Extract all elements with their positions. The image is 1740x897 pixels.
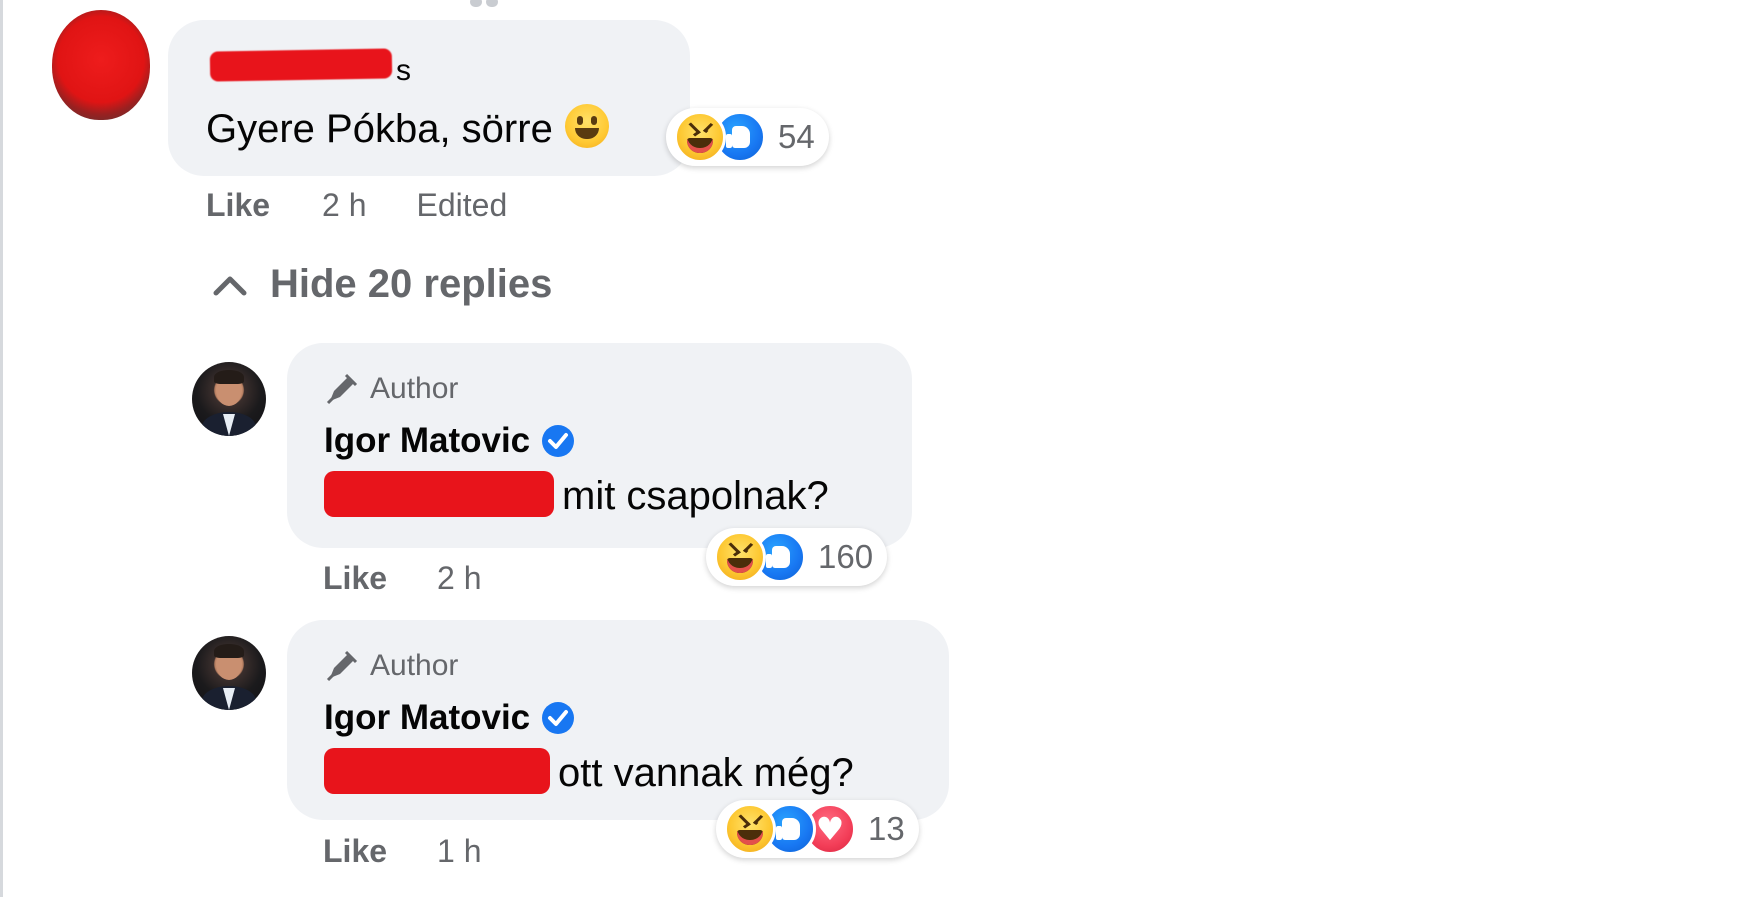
reaction-count: 160 <box>818 538 874 575</box>
pen-icon <box>326 373 358 405</box>
reply-avatar-igor[interactable] <box>192 636 266 710</box>
reply-bubble: Author Igor Matovic mit csapolnak? <box>287 343 912 548</box>
reply-actions: Like 1 h <box>323 833 482 870</box>
author-badge: Author <box>324 371 458 407</box>
pen-icon <box>326 650 358 682</box>
comment-bubble: s Gyere Pókba, sörre <box>168 20 690 176</box>
like-button[interactable]: Like <box>206 187 270 224</box>
commenter-name-redaction <box>209 48 393 82</box>
reply-text: ott vannak még? <box>324 748 854 796</box>
reply-text: mit csapolnak? <box>324 471 829 519</box>
haha-reaction-icon <box>674 111 726 163</box>
reply-actions: Like 2 h <box>323 560 482 597</box>
reply-timestamp[interactable]: 1 h <box>437 833 481 870</box>
haha-reaction-icon <box>714 531 766 583</box>
edited-label[interactable]: Edited <box>417 187 508 224</box>
reaction-count: 13 <box>868 810 905 847</box>
feed-left-border <box>0 0 3 897</box>
reply-avatar-igor[interactable] <box>192 362 266 436</box>
hide-replies-label: Hide 20 replies <box>270 262 553 306</box>
like-button[interactable]: Like <box>323 833 387 870</box>
commenter-avatar-redacted[interactable] <box>52 10 150 120</box>
comment-actions: Like 2 h Edited <box>206 187 507 224</box>
reply-text-content: ott vannak még? <box>558 751 854 795</box>
reply-author-name[interactable]: Igor Matovic <box>324 698 576 738</box>
reply-text-content: mit csapolnak? <box>562 474 829 518</box>
reply-bubble: Author Igor Matovic ott vannak még? <box>287 620 949 820</box>
commenter-name-suffix[interactable]: s <box>396 54 411 88</box>
reply-text-redaction <box>324 748 550 794</box>
verified-icon <box>542 702 575 734</box>
reply-author-name-text[interactable]: Igor Matovic <box>324 698 530 738</box>
reply-reactions[interactable]: 160 <box>706 528 888 586</box>
reply-timestamp[interactable]: 2 h <box>437 560 481 597</box>
comment-reactions[interactable]: 54 <box>666 108 829 166</box>
comment-text: Gyere Pókba, sörre <box>206 104 609 152</box>
author-badge-label: Author <box>370 649 459 682</box>
comment-timestamp[interactable]: 2 h <box>322 187 366 224</box>
haha-reaction-icon <box>724 803 776 855</box>
like-button[interactable]: Like <box>323 560 387 597</box>
comment-text-content: Gyere Pókba, sörre <box>206 107 553 151</box>
reaction-count: 54 <box>778 118 815 155</box>
previous-reaction-fragment <box>470 0 510 7</box>
hide-replies-button[interactable]: Hide 20 replies <box>212 262 552 307</box>
reply-reactions[interactable]: 13 <box>716 800 919 858</box>
reply-text-redaction <box>324 471 554 517</box>
reply-author-name-text[interactable]: Igor Matovic <box>324 421 530 461</box>
author-badge-label: Author <box>370 372 459 405</box>
smiley-emoji-icon <box>564 104 609 148</box>
chevron-up-icon <box>213 276 247 295</box>
author-badge: Author <box>324 648 458 684</box>
verified-icon <box>542 425 575 457</box>
reply-author-name[interactable]: Igor Matovic <box>324 421 576 461</box>
